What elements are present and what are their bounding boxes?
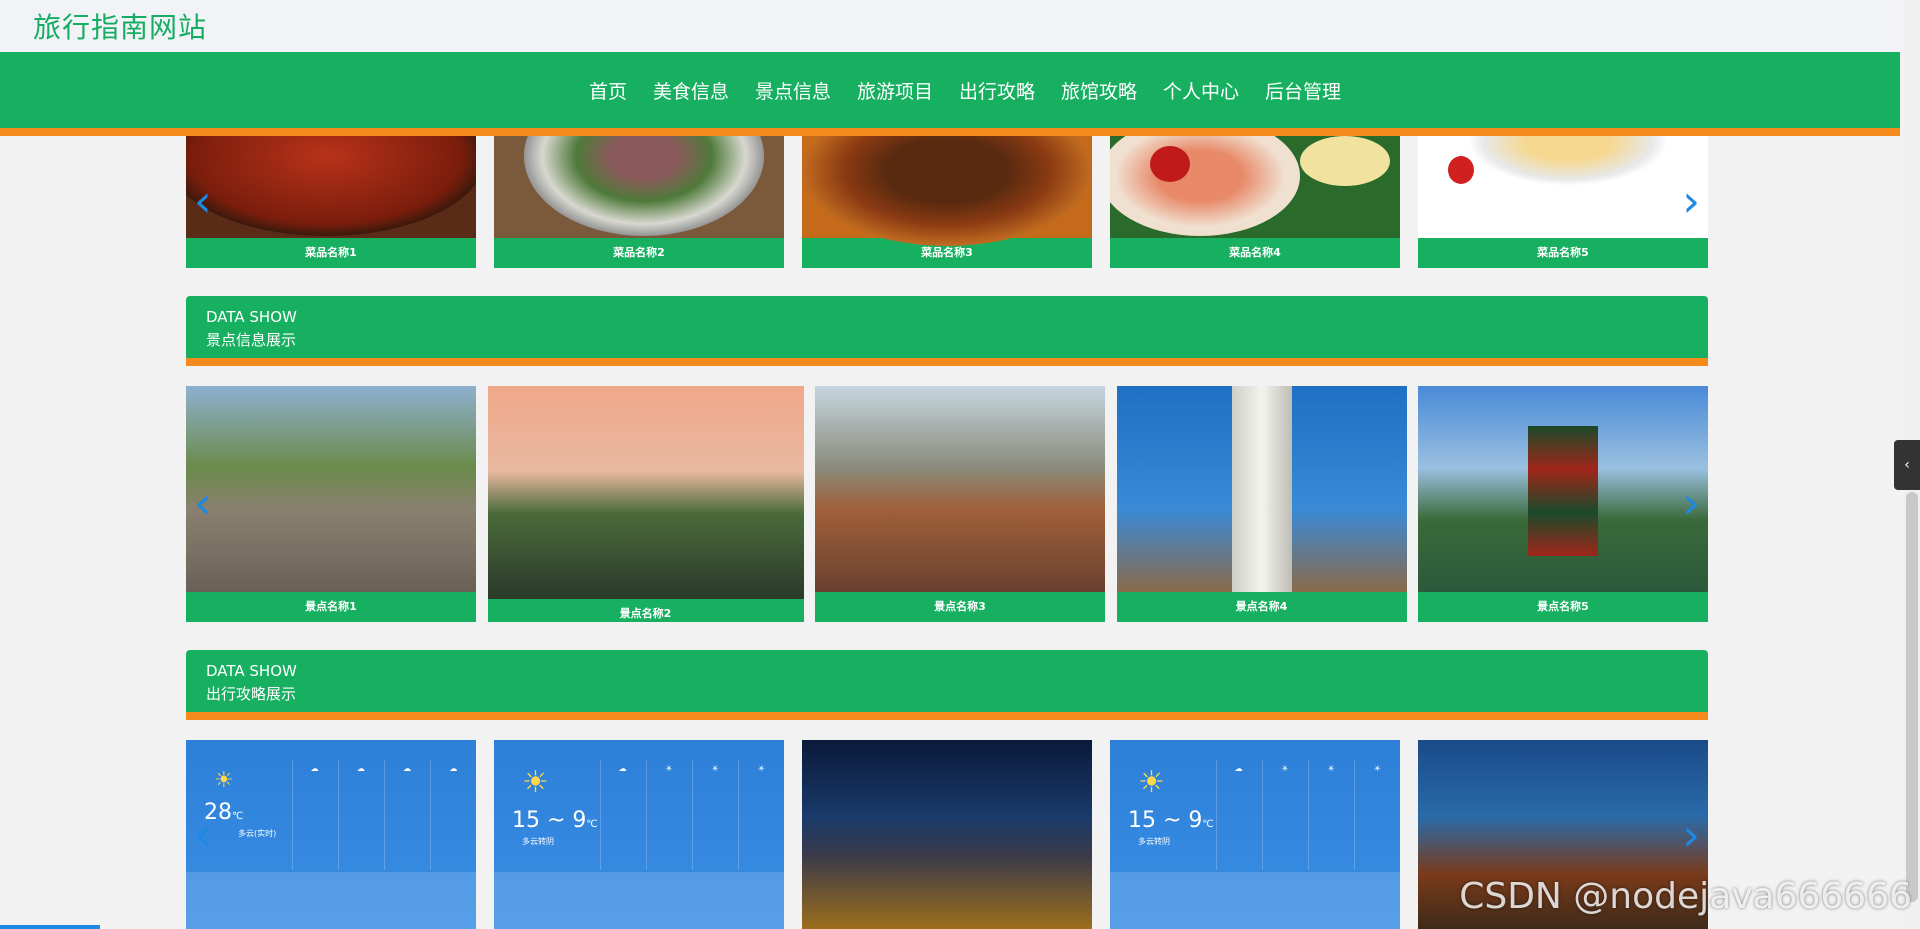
food-prev-arrow-icon[interactable]: ‹ [194, 180, 212, 224]
food-card[interactable]: 菜品名称1 [186, 136, 476, 268]
weather-desc: 多云转阴 [522, 837, 554, 846]
nav-item-admin[interactable]: 后台管理 [1265, 77, 1341, 104]
guide-card[interactable]: ☀ 15 ~ 9℃ 多云转阴 ☁ ☀ ☀ ☀ [1110, 740, 1400, 929]
guides-prev-arrow-icon[interactable]: ‹ [194, 814, 212, 858]
weather-forecast-column: ☁ [599, 760, 645, 870]
food-caption: 菜品名称4 [1110, 238, 1400, 268]
guides-section-header: DATA SHOW 出行攻略展示 [186, 650, 1708, 720]
spot-caption: 景点名称2 [487, 599, 804, 622]
main-nav: 首页 美食信息 景点信息 旅游项目 出行攻略 旅馆攻略 个人中心 后台管理 [0, 52, 1900, 136]
weather-desc: 多云(实时) [238, 829, 277, 838]
guide-card[interactable] [802, 740, 1092, 929]
weather-forecast-column: ☀ [1308, 760, 1353, 870]
side-panel-toggle-icon[interactable]: ‹ [1894, 440, 1920, 490]
spot-image [487, 386, 804, 599]
spots-prev-arrow-icon[interactable]: ‹ [194, 482, 212, 526]
guides-section-en-title: DATA SHOW [206, 662, 297, 680]
sun-icon: ☀ [214, 768, 234, 793]
guides-next-arrow-icon[interactable]: › [1682, 814, 1700, 858]
site-title[interactable]: 旅行指南网站 [33, 6, 207, 46]
food-caption: 菜品名称1 [186, 238, 476, 268]
guide-card[interactable]: ☀ 15 ~ 9℃ 多云转阴 ☁ ☀ ☀ ☀ [494, 740, 784, 929]
weather-forecast-column: ☀ [738, 760, 783, 870]
spot-card[interactable]: 景点名称5 [1418, 386, 1708, 622]
food-next-arrow-icon[interactable]: › [1682, 180, 1700, 224]
spot-caption: 景点名称5 [1418, 592, 1708, 622]
weather-forecast-column: ☀ [692, 760, 737, 870]
weather-desc: 多云转阴 [1138, 837, 1170, 846]
weather-chart [494, 872, 784, 929]
weather-temp: 15 ~ 9℃ [1128, 808, 1214, 833]
spots-carousel: ‹ 景点名称1 景点名称2 景点名称3 景点名称4 景点名称5 › [186, 386, 1708, 622]
weather-forecast-column: ☀ [1261, 760, 1307, 870]
food-image [802, 136, 1092, 246]
spot-card[interactable]: 景点名称4 [1116, 386, 1407, 622]
spots-section-en-title: DATA SHOW [206, 308, 297, 326]
weather-forecast-column: ☁ [384, 760, 429, 870]
spots-section-header: DATA SHOW 景点信息展示 [186, 296, 1708, 366]
weather-widget: ☀ 28℃ 多云(实时) ☁ ☁ ☁ ☁ [186, 740, 476, 929]
food-caption: 菜品名称2 [494, 238, 784, 268]
guides-section-cn-title: 出行攻略展示 [206, 685, 297, 703]
top-header: 旅行指南网站 [0, 0, 1900, 53]
food-caption: 菜品名称5 [1418, 238, 1708, 268]
spot-caption: 景点名称3 [815, 592, 1105, 622]
nav-item-travel-projects[interactable]: 旅游项目 [857, 77, 933, 104]
scrollbar-thumb[interactable] [1906, 492, 1918, 902]
nav-item-hotel-guides[interactable]: 旅馆攻略 [1061, 77, 1137, 104]
food-card[interactable]: 菜品名称2 [494, 136, 784, 268]
food-image [1110, 136, 1400, 238]
food-card[interactable]: 菜品名称4 [1110, 136, 1400, 268]
guide-image [802, 740, 1092, 929]
guide-image: ☀ 28℃ 多云(实时) ☁ ☁ ☁ ☁ [186, 740, 476, 929]
food-image [494, 136, 784, 238]
weather-widget: ☀ 15 ~ 9℃ 多云转阴 ☁ ☀ ☀ ☀ [494, 740, 784, 929]
food-image [1418, 136, 1708, 238]
weather-forecast-column: ☀ [645, 760, 691, 870]
weather-forecast-column: ☀ [1354, 760, 1399, 870]
weather-forecast-column: ☁ [337, 760, 383, 870]
spot-card[interactable]: 景点名称1 [186, 386, 476, 622]
guide-card[interactable]: ☀ 28℃ 多云(实时) ☁ ☁ ☁ ☁ [186, 740, 476, 929]
nav-item-personal-center[interactable]: 个人中心 [1163, 77, 1239, 104]
weather-forecast-column: ☁ [1215, 760, 1261, 870]
weather-temp: 15 ~ 9℃ [512, 808, 598, 833]
weather-chart [186, 872, 476, 929]
nav-item-travel-guides[interactable]: 出行攻略 [959, 77, 1035, 104]
weather-chart [1110, 872, 1400, 929]
spot-caption: 景点名称1 [186, 592, 476, 622]
food-image [186, 136, 476, 238]
spot-image [1418, 386, 1708, 592]
spot-image [815, 386, 1105, 592]
nav-item-food[interactable]: 美食信息 [653, 77, 729, 104]
spot-card[interactable]: 景点名称3 [815, 386, 1105, 622]
guide-image: ☀ 15 ~ 9℃ 多云转阴 ☁ ☀ ☀ ☀ [494, 740, 784, 929]
weather-widget: ☀ 15 ~ 9℃ 多云转阴 ☁ ☀ ☀ ☀ [1110, 740, 1400, 929]
sun-icon: ☀ [522, 765, 549, 800]
spots-next-arrow-icon[interactable]: › [1682, 482, 1700, 526]
food-card[interactable]: 菜品名称3 [802, 136, 1092, 268]
spots-section-cn-title: 景点信息展示 [206, 331, 297, 349]
weather-forecast-column: ☁ [291, 760, 337, 870]
food-carousel: ‹ 菜品名称1 菜品名称2 菜品名称3 菜品名称4 菜品名称5 › [186, 136, 1708, 268]
spot-card[interactable]: 景点名称2 [487, 386, 804, 622]
nav-item-home[interactable]: 首页 [589, 77, 627, 104]
nav-item-spots[interactable]: 景点信息 [755, 77, 831, 104]
sun-icon: ☀ [1138, 765, 1165, 800]
weather-forecast-column: ☁ [430, 760, 475, 870]
spot-caption: 景点名称4 [1116, 592, 1407, 622]
spot-image [1116, 386, 1407, 592]
page-progress-bar [0, 925, 100, 929]
watermark: CSDN @nodejava666666 [1459, 876, 1912, 917]
food-card[interactable]: 菜品名称5 [1418, 136, 1708, 268]
spot-image [186, 386, 476, 592]
guide-image: ☀ 15 ~ 9℃ 多云转阴 ☁ ☀ ☀ ☀ [1110, 740, 1400, 929]
main-content: ‹ 菜品名称1 菜品名称2 菜品名称3 菜品名称4 菜品名称5 › DATA S… [186, 136, 1708, 929]
